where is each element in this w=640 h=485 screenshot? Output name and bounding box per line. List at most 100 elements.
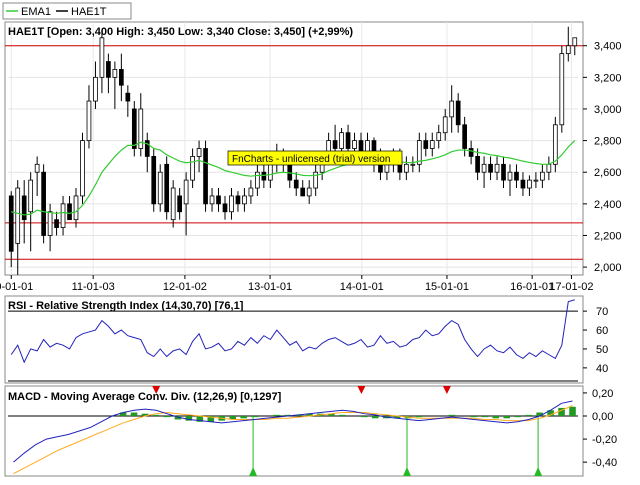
macd-histogram-bar	[163, 416, 171, 418]
candle-body	[164, 163, 170, 213]
macd-histogram-bar	[339, 414, 346, 416]
rsi-y-tick-label: 50	[596, 344, 608, 356]
candle-body	[196, 148, 202, 157]
candle-body	[384, 163, 390, 173]
candle-body	[209, 195, 215, 205]
candle-body	[99, 37, 105, 78]
candle-body	[501, 163, 506, 181]
macd-y-tick-label: -0,20	[592, 434, 617, 446]
candle-body	[462, 124, 467, 149]
candle-body	[429, 140, 435, 149]
candle-body	[248, 187, 254, 197]
watermark: FnCharts - unlicensed (trial) version	[227, 150, 403, 166]
candle-body	[41, 171, 46, 236]
price-x-tick-label: 10-01-01	[0, 281, 33, 293]
candle-body	[229, 195, 234, 213]
candle-body	[8, 195, 14, 252]
price-y-tick-label: 2,000	[594, 262, 622, 274]
price-x-tick-label: 11-01-03	[72, 281, 115, 293]
legend: EMA1 HAE1T	[2, 2, 132, 20]
candle-body	[255, 171, 260, 189]
macd-header: MACD - Moving Average Conv. Div. (12,26,…	[8, 391, 282, 403]
macd-histogram-bar	[514, 416, 521, 418]
price-x-tick-label: 16-01-01	[510, 281, 554, 293]
candle-body	[455, 100, 461, 126]
candle-body	[339, 132, 344, 149]
rsi-y-axis: 70 60 50 40	[583, 306, 608, 375]
candle-body	[546, 163, 552, 173]
candle-body	[151, 156, 157, 205]
price-y-tick-label: 2,800	[594, 136, 622, 148]
candle-body	[488, 163, 493, 173]
price-x-tick-label: 17-01-02	[549, 281, 593, 293]
price-x-tick-label: 13-01-01	[248, 281, 292, 293]
price-y-tick-label: 2,200	[594, 230, 622, 242]
macd-histogram-bar	[371, 416, 379, 419]
price-y-tick-label: 3,200	[594, 72, 622, 84]
macd-y-axis: 0,20 0,00 -0,20 -0,40	[583, 388, 617, 469]
candle-body	[267, 163, 273, 181]
candle-body	[183, 179, 189, 205]
candle-body	[261, 171, 267, 181]
candle-body	[15, 187, 21, 244]
candle-body	[552, 124, 558, 165]
candle-body	[216, 195, 221, 205]
macd-y-tick-label: 0,00	[592, 411, 613, 423]
candle-body	[222, 203, 228, 213]
candle-body	[533, 179, 539, 182]
macd-histogram-bar	[130, 412, 138, 416]
candle-body	[306, 187, 312, 197]
candle-body	[494, 163, 500, 173]
chart-canvas: EMA1 HAE1T HAE1T [Open: 3,400 High: 3,45…	[0, 2, 622, 477]
candle-body	[28, 179, 34, 213]
price-header: HAE1T [Open: 3,400 High: 3,450 Low: 3,34…	[8, 26, 353, 38]
candle-body	[332, 140, 338, 149]
candle-body	[54, 219, 59, 228]
candle-body	[67, 203, 72, 221]
price-panel-frame	[4, 21, 584, 276]
macd-histogram-bar	[240, 416, 247, 419]
macd-histogram-bar	[415, 416, 423, 418]
candle-body	[119, 69, 124, 86]
candle-body	[106, 61, 111, 78]
candle-body	[177, 195, 182, 213]
candle-body	[60, 203, 66, 228]
candle-body	[73, 195, 79, 221]
candle-body	[170, 187, 176, 221]
price-y-tick-label: 2,600	[594, 167, 622, 179]
candle-body	[527, 179, 532, 189]
candle-body	[287, 163, 293, 181]
candle-body	[540, 171, 545, 181]
price-x-axis: 10-01-01 11-01-03 12-01-02 13-01-01 14-01-01…	[0, 275, 593, 293]
price-y-tick-label: 3,000	[594, 104, 622, 116]
candle-body	[93, 76, 98, 102]
candle-body	[423, 140, 429, 149]
candle-body	[235, 195, 241, 205]
macd-histogram-bar	[448, 414, 456, 416]
candle-body	[80, 140, 85, 197]
macd-histogram-bar	[360, 416, 368, 418]
candle-body	[125, 92, 131, 102]
price-legend-label: HAE1T	[71, 6, 107, 18]
candle-body	[34, 163, 40, 173]
candle-body	[86, 100, 92, 141]
candle-body	[293, 179, 299, 189]
macd-histogram-bar	[152, 414, 160, 416]
candle-body	[352, 140, 357, 149]
watermark-text: FnCharts - unlicensed (trial) version	[232, 154, 390, 165]
macd-y-tick-label: 0,20	[592, 388, 613, 400]
candle-body	[242, 195, 247, 205]
candle-body	[449, 100, 455, 118]
candle-body	[572, 37, 578, 47]
candle-body	[190, 156, 195, 181]
ema-legend-label: EMA1	[21, 6, 51, 18]
rsi-header: RSI - Relative Strength Index (14,30,70)…	[8, 300, 244, 312]
rsi-y-tick-label: 70	[596, 306, 608, 318]
price-x-tick-label: 14-01-01	[340, 281, 384, 293]
macd-histogram-bar	[470, 416, 478, 418]
candle-body	[203, 148, 208, 205]
macd-histogram-bar	[569, 406, 576, 416]
candle-body	[468, 148, 474, 157]
candle-body	[345, 132, 351, 149]
macd-y-tick-label: -0,40	[592, 457, 617, 469]
